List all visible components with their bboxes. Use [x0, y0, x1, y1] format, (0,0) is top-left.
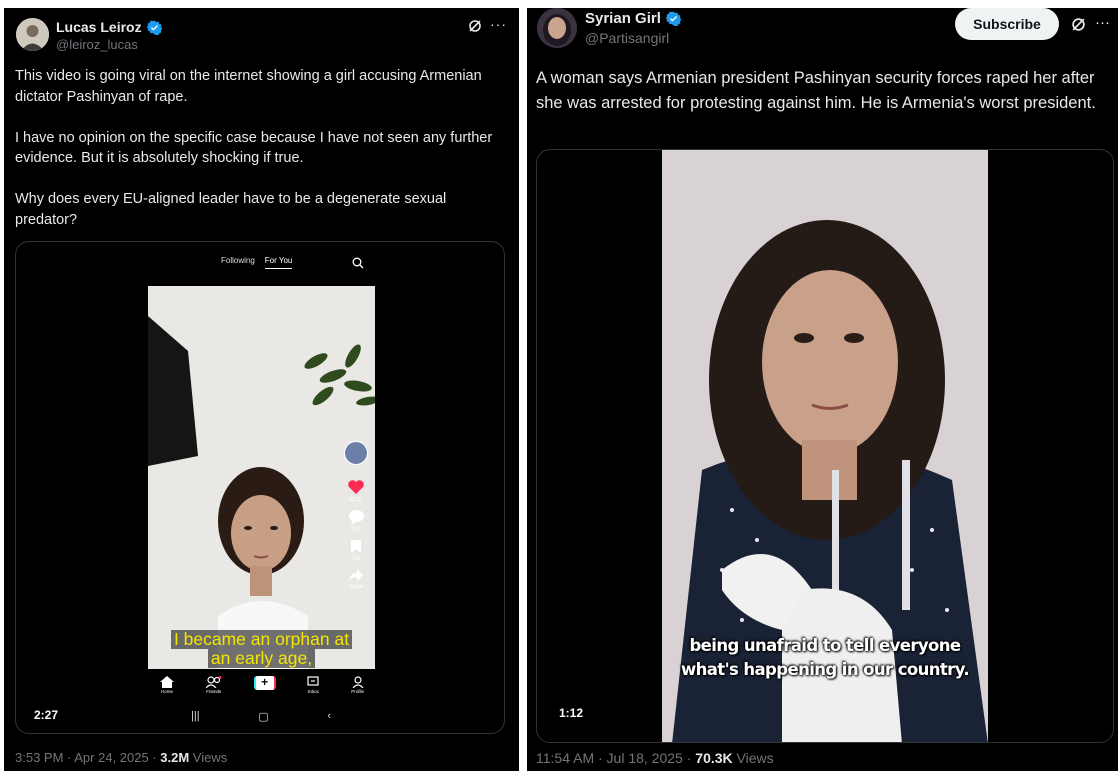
- video-duration: 1:12: [559, 706, 584, 720]
- android-nav: ||| ▢ ‹: [191, 710, 331, 723]
- tweet-paragraph: This video is going viral on the interne…: [15, 68, 482, 105]
- author-name[interactable]: Lucas Leiroz: [56, 19, 142, 35]
- verified-badge-icon: [665, 11, 681, 26]
- nav-label: Friends: [206, 689, 222, 694]
- nav-label: Profile: [351, 689, 364, 694]
- recents-icon[interactable]: |||: [191, 710, 200, 723]
- grok-icon[interactable]: [1071, 17, 1086, 37]
- right-tweet: Syrian Girl @Partisangirl Subscribe ··· …: [527, 8, 1118, 771]
- nav-label: Home: [160, 689, 173, 694]
- likes-count: 85.2K: [349, 497, 363, 503]
- views-label: Views: [732, 750, 774, 766]
- nav-inbox[interactable]: Inbox: [307, 676, 319, 694]
- more-icon[interactable]: ···: [490, 16, 507, 32]
- nav-friends[interactable]: Friends: [205, 676, 222, 694]
- tweet-text: A woman says Armenian president Pashinya…: [536, 69, 1096, 112]
- caption-line: what's happening in our country.: [680, 660, 970, 679]
- more-icon[interactable]: ···: [1095, 14, 1110, 31]
- home-icon: [160, 676, 174, 688]
- subscribe-button[interactable]: Subscribe: [955, 8, 1059, 40]
- author-name[interactable]: Syrian Girl: [585, 10, 661, 27]
- video-player[interactable]: being unafraid to tell everyone what's h…: [536, 149, 1114, 743]
- caption-line: an early age,: [207, 649, 316, 668]
- bookmark-icon[interactable]: [342, 539, 370, 556]
- author-row: Lucas Leiroz: [56, 19, 162, 35]
- tweet-meta: 3:53 PM · Apr 24, 2025 · 3.2M Views: [15, 750, 227, 765]
- back-icon[interactable]: ‹: [327, 710, 331, 723]
- bottom-nav: Home Friends + Inbox Profile: [160, 676, 364, 694]
- author-handle[interactable]: @Partisangirl: [585, 30, 669, 46]
- tweet-meta: 11:54 AM · Jul 18, 2025 · 70.3K Views: [536, 750, 774, 766]
- tweet-paragraph: I have no opinion on the specific case b…: [15, 129, 493, 167]
- left-tweet: Lucas Leiroz @leiroz_lucas ··· This vide…: [4, 8, 519, 771]
- video-frame: I became an orphan at an early age, 85.2…: [148, 286, 375, 669]
- side-rail: 85.2K 227 715 Share: [342, 441, 370, 590]
- search-icon[interactable]: [352, 256, 364, 274]
- avatar[interactable]: [16, 18, 49, 51]
- nav-label: Inbox: [307, 689, 319, 694]
- avatar[interactable]: [537, 8, 577, 48]
- comment-icon[interactable]: [342, 509, 370, 527]
- nav-profile[interactable]: Profile: [351, 676, 364, 694]
- home-button-icon[interactable]: ▢: [258, 710, 268, 723]
- tweet-timestamp[interactable]: 3:53 PM · Apr 24, 2025 ·: [15, 750, 160, 765]
- video-frame: being unafraid to tell everyone what's h…: [662, 150, 988, 742]
- share-label: Share: [349, 584, 363, 590]
- video-duration: 2:27: [34, 708, 59, 722]
- saves-count: 715: [351, 556, 361, 562]
- create-button[interactable]: +: [253, 675, 276, 690]
- create-icon: +: [261, 675, 269, 689]
- tweet-text: This video is going viral on the interne…: [15, 66, 510, 230]
- views-label: Views: [189, 750, 228, 765]
- video-caption: being unafraid to tell everyone what's h…: [662, 634, 988, 682]
- author-row: Syrian Girl: [585, 10, 681, 27]
- nav-home[interactable]: Home: [160, 676, 174, 694]
- tiktok-tabs: Following For You: [221, 256, 293, 269]
- profile-icon: [352, 676, 364, 689]
- video-still: [148, 286, 375, 669]
- caption-line: I became an orphan at: [170, 630, 353, 649]
- creator-avatar[interactable]: [344, 441, 368, 465]
- inbox-icon: [307, 676, 319, 686]
- tweet-paragraph: Why does every EU-aligned leader have to…: [15, 191, 447, 228]
- comments-count: 227: [351, 527, 361, 533]
- verified-badge-icon: [146, 20, 162, 35]
- tweet-timestamp[interactable]: 11:54 AM · Jul 18, 2025 ·: [536, 750, 695, 766]
- heart-icon[interactable]: [342, 479, 370, 497]
- tab-for-you[interactable]: For You: [264, 256, 293, 269]
- author-handle[interactable]: @leiroz_lucas: [56, 37, 138, 52]
- views-count: 3.2M: [160, 750, 190, 765]
- caption-line: being unafraid to tell everyone: [689, 636, 961, 655]
- views-count: 70.3K: [695, 750, 733, 766]
- friends-icon: [205, 676, 222, 689]
- share-icon[interactable]: [342, 568, 370, 584]
- video-caption: I became an orphan at an early age,: [148, 630, 375, 668]
- grok-icon[interactable]: [468, 19, 482, 38]
- video-player[interactable]: Following For You I became an orphan at …: [15, 241, 505, 734]
- tab-following[interactable]: Following: [221, 256, 255, 269]
